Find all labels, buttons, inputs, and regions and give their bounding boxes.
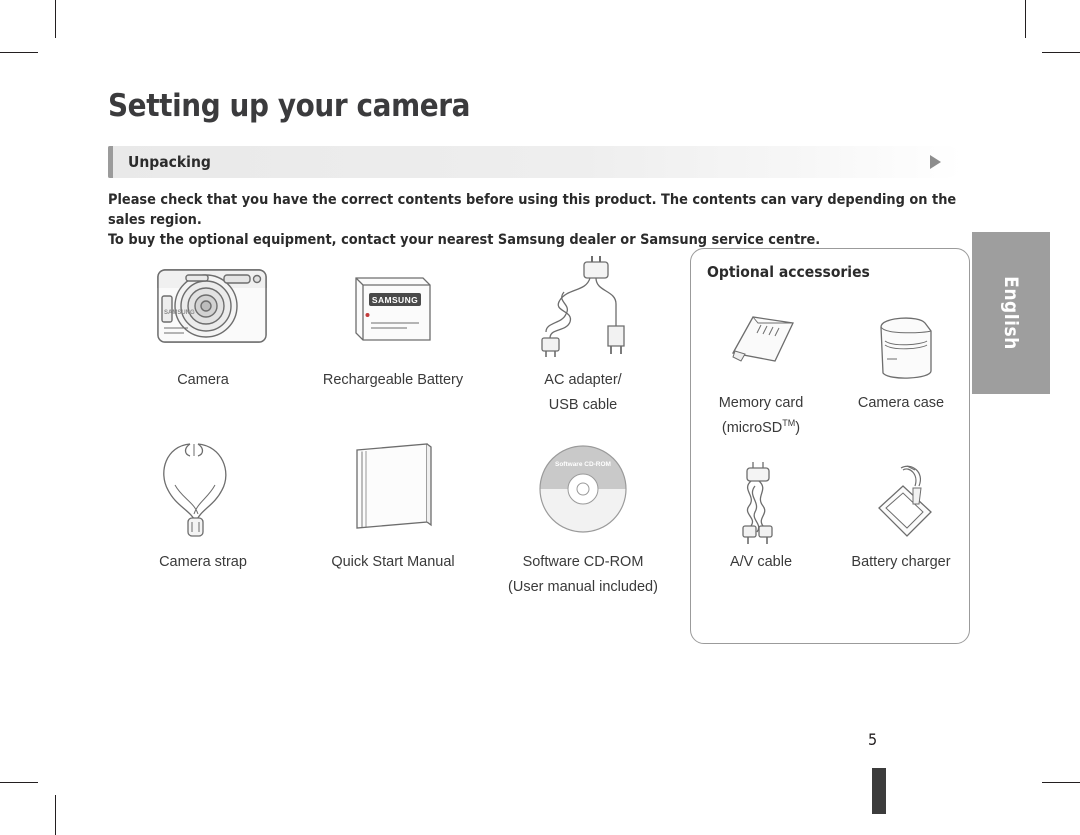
optional-accessories-title: Optional accessories: [707, 263, 870, 281]
section-header-bar: Unpacking: [108, 146, 963, 178]
optional-caption-line2-text: (microSD: [721, 419, 783, 436]
camera-strap-icon: [108, 432, 298, 548]
svg-text:SAMSUNG: SAMSUNG: [164, 310, 195, 316]
section-title: Unpacking: [128, 153, 211, 171]
ac-adapter-usb-cable-icon: [488, 248, 678, 366]
content-caption: Software CD-ROM: [522, 554, 644, 570]
camera-case-icon: [831, 297, 971, 393]
content-item-cd-rom: Software CD-ROM Software CD-ROM (User ma…: [488, 432, 678, 598]
manual-page: Setting up your camera Unpacking Please …: [0, 0, 1080, 835]
optional-caption: Camera case: [857, 395, 945, 411]
content-item-ac-adapter: AC adapter/ USB cable: [488, 248, 678, 416]
battery-brand-label: SAMSUNG: [372, 295, 418, 305]
intro-line-1: Please check that you have the correct c…: [108, 192, 957, 228]
optional-item-memory-card: Memory card (microSDTM): [691, 297, 831, 438]
section-accent-mark: [108, 146, 113, 178]
optional-item-camera-case: Camera case: [831, 297, 971, 438]
content-caption: AC adapter/: [544, 372, 622, 388]
contents-row-1: SAMSUNG Camera SAMSUNG Rechargeable Batt…: [108, 248, 678, 416]
contents-row-2: Camera strap Quick Start Manual Software…: [108, 432, 678, 598]
cd-disc-label: Software CD-ROM: [555, 461, 611, 468]
content-caption: Camera: [177, 372, 229, 388]
optional-caption-line2-end: ): [795, 419, 801, 436]
content-item-camera: SAMSUNG Camera: [108, 248, 298, 416]
battery-charger-icon: [831, 456, 971, 552]
optional-caption: A/V cable: [729, 553, 793, 570]
cd-rom-icon: Software CD-ROM: [488, 432, 678, 548]
manual-icon: [298, 432, 488, 548]
content-item-camera-strap: Camera strap: [108, 432, 298, 598]
optional-caption-line2: (microSDTM): [691, 413, 831, 438]
optional-row-1: Memory card (microSDTM) Camera case: [691, 297, 971, 438]
page-title: Setting up your camera: [108, 88, 471, 124]
memory-card-icon: [691, 297, 831, 393]
content-caption: Camera strap: [159, 554, 247, 570]
content-item-battery: SAMSUNG Rechargeable Battery: [298, 248, 488, 416]
camera-icon: SAMSUNG: [108, 248, 298, 366]
optional-accessories-box: Optional accessories Memory card (microS…: [690, 248, 970, 644]
optional-accessories-grid: Memory card (microSDTM) Camera case A/V …: [691, 297, 971, 572]
content-caption-line2: (User manual included): [508, 579, 658, 595]
av-cable-icon: [691, 456, 831, 552]
trademark-symbol: TM: [782, 418, 796, 428]
optional-caption: Battery charger: [851, 553, 951, 570]
optional-item-av-cable: A/V cable: [691, 456, 831, 572]
triangle-right-icon: [930, 155, 941, 169]
language-tab: English: [972, 232, 1050, 394]
page-marker-bar: [872, 768, 886, 814]
intro-paragraph: Please check that you have the correct c…: [108, 190, 968, 250]
battery-icon: SAMSUNG: [298, 248, 488, 366]
optional-item-battery-charger: Battery charger: [831, 456, 971, 572]
optional-row-2: A/V cable Battery charger: [691, 456, 971, 572]
intro-line-2: To buy the optional equipment, contact y…: [108, 232, 821, 248]
optional-caption: Memory card: [718, 395, 804, 411]
content-caption: Rechargeable Battery: [322, 372, 464, 388]
language-tab-label: English: [1000, 276, 1022, 350]
content-caption-line2: USB cable: [548, 397, 618, 413]
content-caption: Quick Start Manual: [331, 554, 455, 570]
package-contents-grid: SAMSUNG Camera SAMSUNG Rechargeable Batt…: [108, 248, 678, 598]
content-item-quick-start-manual: Quick Start Manual: [298, 432, 488, 598]
page-number: 5: [868, 730, 878, 749]
